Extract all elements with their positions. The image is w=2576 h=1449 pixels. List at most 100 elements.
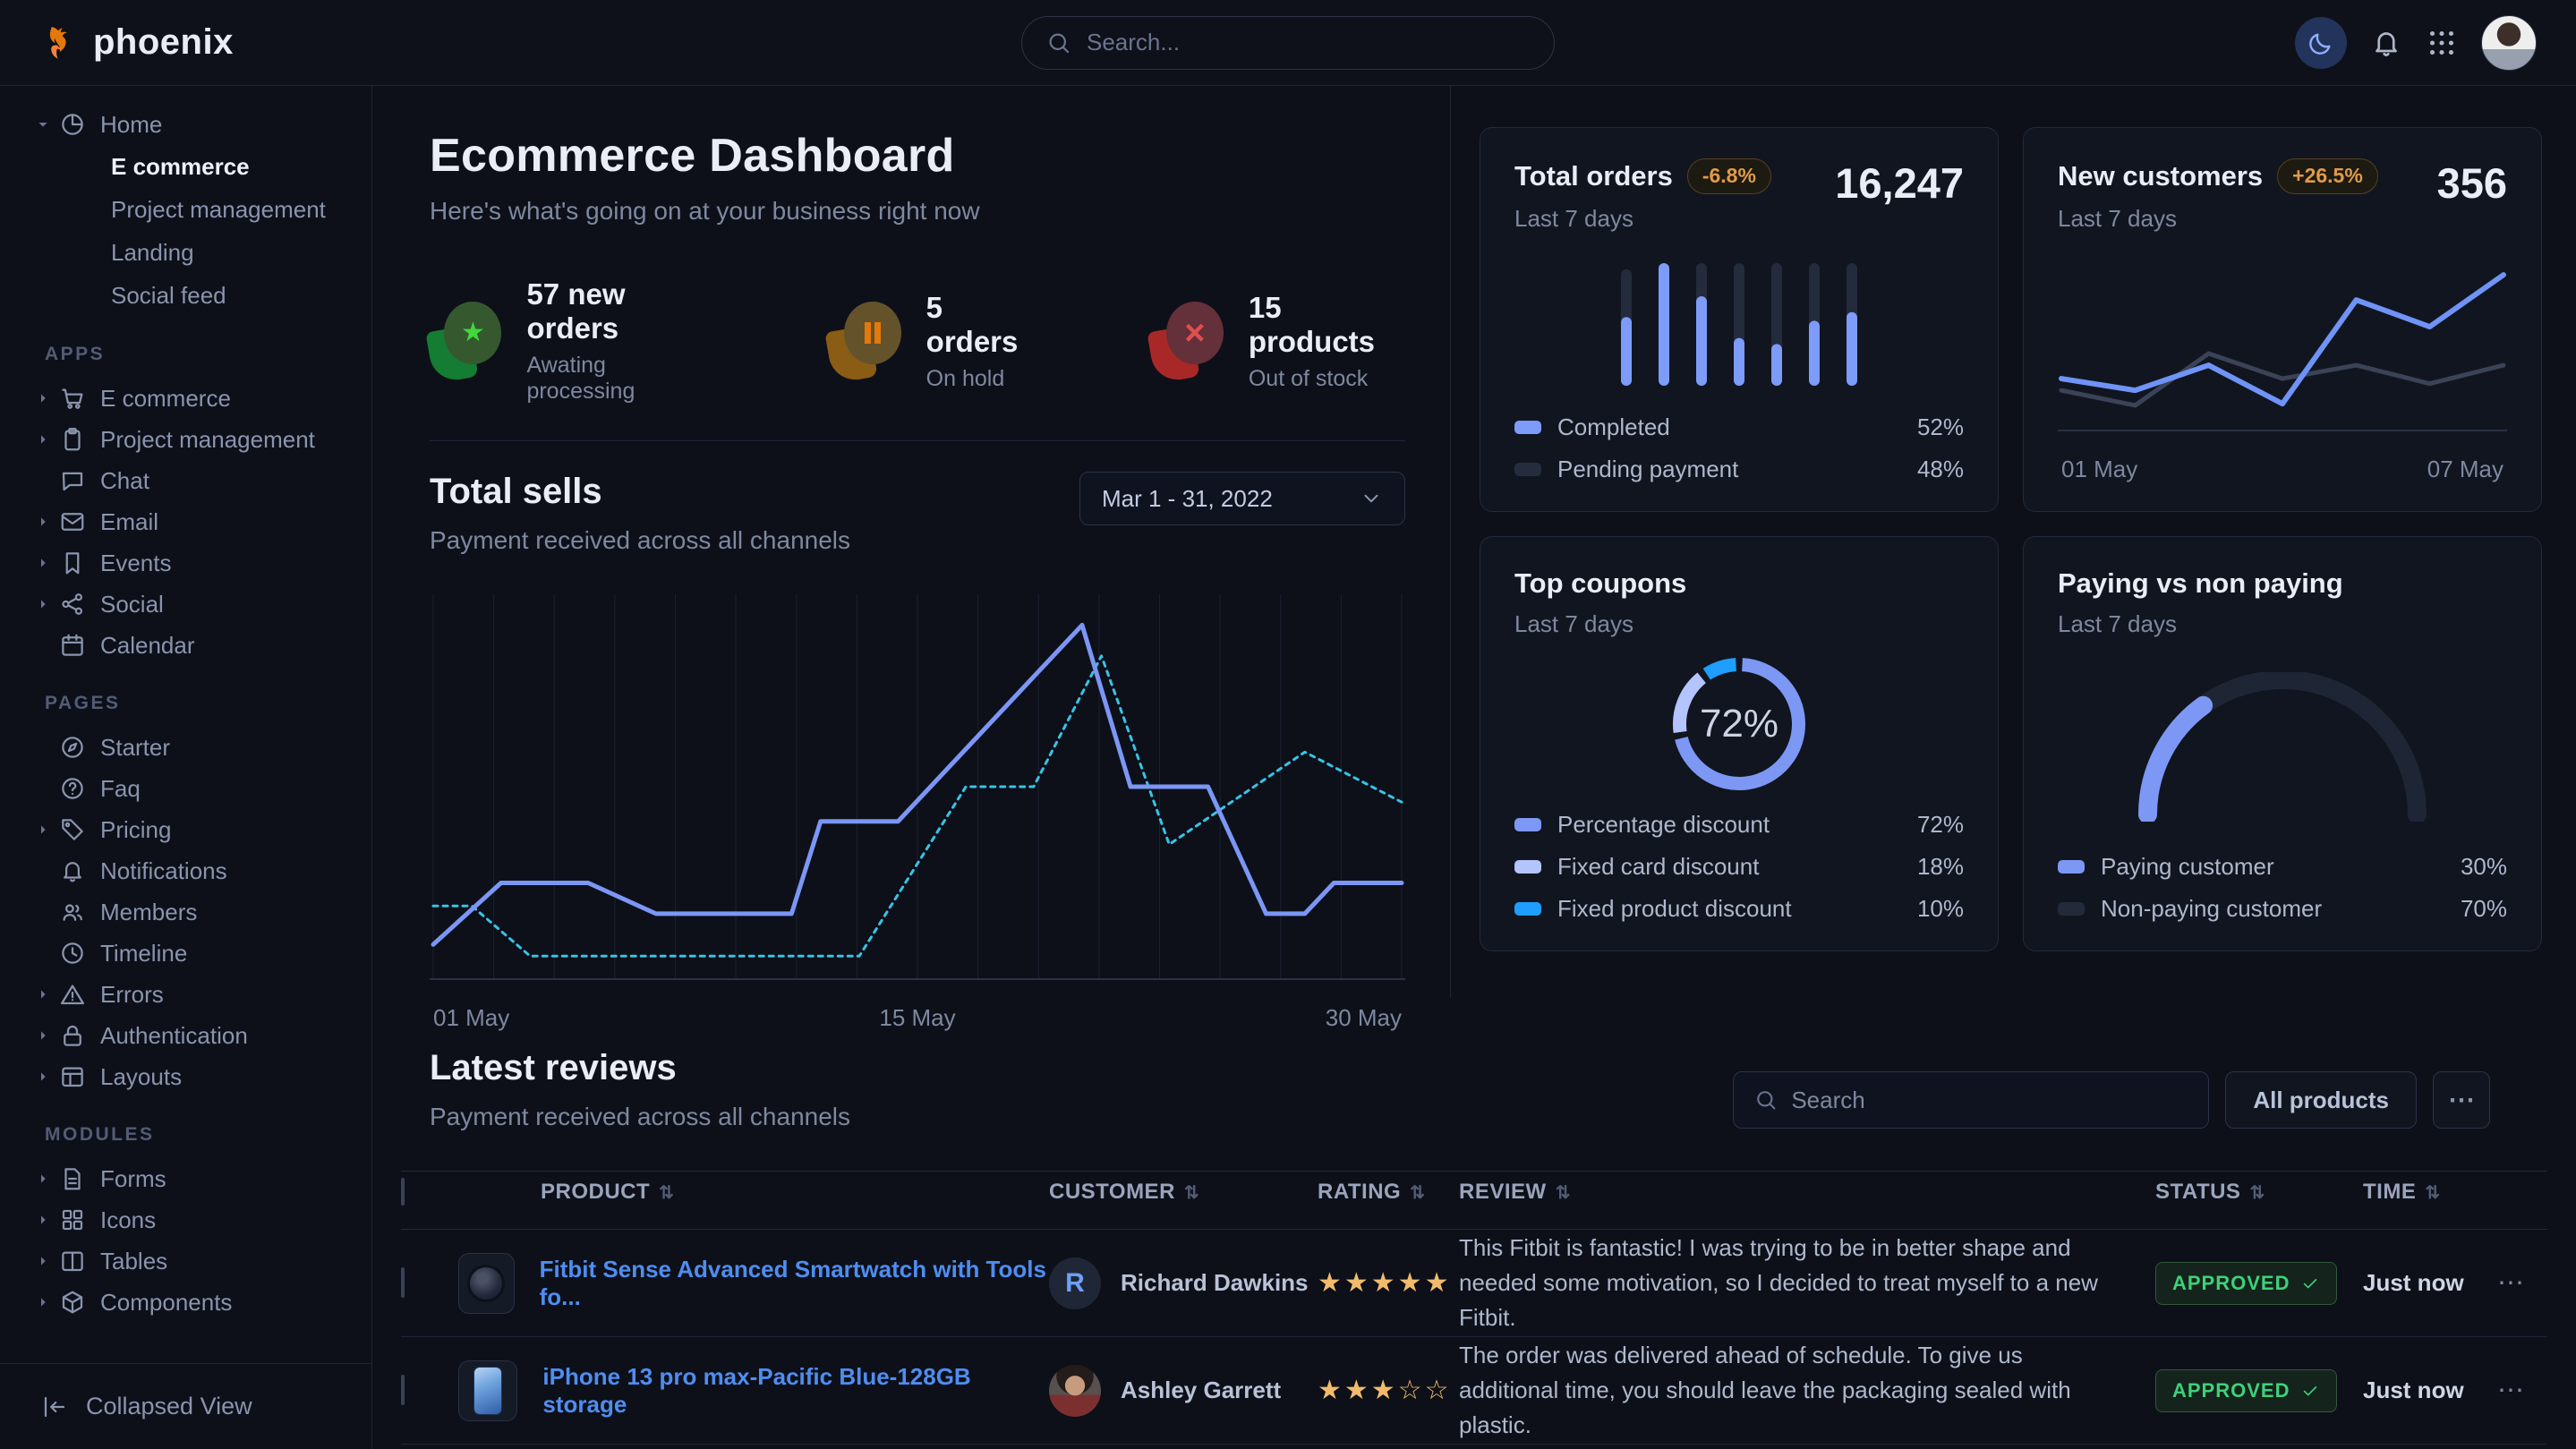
calendar-icon (59, 632, 86, 659)
customer-avatar[interactable]: R (1049, 1257, 1101, 1309)
reviews-search[interactable] (1733, 1071, 2209, 1129)
collapsed-view-toggle[interactable]: Collapsed View (0, 1363, 371, 1449)
column-header-time[interactable]: TIME⇅ (2363, 1180, 2497, 1205)
row-checkbox[interactable] (401, 1267, 405, 1298)
paying-card: Paying vs non paying Last 7 days Paying … (2023, 536, 2542, 951)
sidebar-subitem-social-feed[interactable]: Social feed (0, 274, 371, 317)
svg-text:72%: 72% (1700, 702, 1778, 746)
global-search-input[interactable] (1087, 29, 1531, 56)
sidebar-item-email[interactable]: Email (0, 501, 371, 542)
sidebar-item-label: Timeline (100, 940, 187, 967)
apps-menu-button[interactable] (2426, 27, 2458, 59)
caret-spacer (36, 472, 59, 490)
table-row (401, 1445, 2547, 1449)
legend-swatch (2058, 902, 2085, 916)
sidebar-item-e-commerce[interactable]: E commerce (0, 378, 371, 419)
sidebar-item-chat[interactable]: Chat (0, 460, 371, 501)
legend-swatch (1514, 421, 1541, 434)
sidebar-item-tables[interactable]: Tables (0, 1240, 371, 1282)
sidebar-subitem-landing[interactable]: Landing (0, 231, 371, 274)
table-header-row: PRODUCT⇅CUSTOMER⇅RATING⇅REVIEW⇅STATUS⇅TI… (401, 1171, 2547, 1230)
sidebar-subitem-e-commerce[interactable]: E commerce (0, 145, 371, 188)
select-all-checkbox[interactable] (401, 1178, 405, 1206)
column-header-customer[interactable]: CUSTOMER⇅ (1049, 1180, 1318, 1205)
legend-label: Non-paying customer (2101, 895, 2322, 923)
all-products-button[interactable]: All products (2225, 1071, 2417, 1129)
new-customers-card: New customers +26.5% Last 7 days 356 01 … (2023, 127, 2542, 512)
theme-toggle-button[interactable] (2295, 17, 2347, 69)
legend-value: 52% (1917, 413, 1964, 441)
row-menu-button[interactable]: ⋯ (2497, 1268, 2524, 1298)
product-link[interactable]: Fitbit Sense Advanced Smartwatch with To… (540, 1256, 1049, 1311)
sidebar-item-label: Errors (100, 981, 164, 1009)
column-header-status[interactable]: STATUS⇅ (2155, 1180, 2363, 1205)
product-thumbnail[interactable] (458, 1360, 517, 1421)
sidebar-item-forms[interactable]: Forms (0, 1158, 371, 1199)
sidebar-item-authentication[interactable]: Authentication (0, 1015, 371, 1056)
row-menu-button[interactable]: ⋯ (2497, 1376, 2524, 1405)
legend-label: Fixed product discount (1557, 895, 1792, 923)
date-range-select[interactable]: Mar 1 - 31, 2022 (1079, 472, 1405, 525)
sidebar-item-starter[interactable]: Starter (0, 727, 371, 768)
top-coupons-period: Last 7 days (1514, 610, 1686, 638)
sidebar-item-layouts[interactable]: Layouts (0, 1056, 371, 1097)
notifications-button[interactable] (2370, 27, 2402, 59)
product-link[interactable]: iPhone 13 pro max-Pacific Blue-128GB sto… (542, 1363, 1049, 1419)
review-text: This Fitbit is fantastic! I was trying t… (1459, 1231, 2155, 1335)
clock-icon (59, 940, 86, 967)
sidebar-item-pricing[interactable]: Pricing (0, 809, 371, 850)
sidebar-item-events[interactable]: Events (0, 542, 371, 584)
sidebar-item-social[interactable]: Social (0, 584, 371, 625)
sidebar-item-icons[interactable]: Icons (0, 1199, 371, 1240)
sidebar-item-home[interactable]: Home (0, 104, 371, 145)
date-range-value: Mar 1 - 31, 2022 (1102, 485, 1273, 513)
sidebar-item-timeline[interactable]: Timeline (0, 933, 371, 974)
user-avatar[interactable] (2481, 15, 2537, 71)
sidebar-item-label: Faq (100, 775, 141, 803)
sidebar-subitem-project-management[interactable]: Project management (0, 188, 371, 231)
sidebar-item-errors[interactable]: Errors (0, 974, 371, 1015)
customer-avatar[interactable] (1049, 1365, 1101, 1417)
column-header-review[interactable]: REVIEW⇅ (1459, 1180, 2155, 1205)
sidebar-item-members[interactable]: Members (0, 891, 371, 933)
question-icon (59, 775, 86, 802)
reviews-search-input[interactable] (1791, 1087, 2188, 1114)
column-header-product[interactable]: PRODUCT⇅ (458, 1180, 1049, 1205)
sidebar-item-faq[interactable]: Faq (0, 768, 371, 809)
users-icon (59, 899, 86, 925)
sort-icon: ⇅ (1184, 1181, 1199, 1204)
rating-stars: ★★★★★ (1318, 1268, 1451, 1298)
sidebar-item-project-management[interactable]: Project management (0, 419, 371, 460)
column-header-rating[interactable]: RATING⇅ (1318, 1180, 1459, 1205)
stat-sublabel: On hold (926, 366, 1036, 392)
sidebar-item-calendar[interactable]: Calendar (0, 625, 371, 666)
collapse-icon (41, 1394, 68, 1420)
row-checkbox[interactable] (401, 1375, 405, 1405)
sidebar-item-label: Email (100, 508, 158, 536)
product-thumbnail[interactable] (458, 1253, 515, 1314)
sort-icon: ⇅ (2249, 1181, 2265, 1204)
bookmark-icon (59, 550, 86, 576)
reviews-controls: All products ⋯ (1733, 1071, 2490, 1129)
caret-right-icon (36, 1068, 59, 1086)
caret-right-icon (36, 554, 59, 572)
table-row: Fitbit Sense Advanced Smartwatch with To… (401, 1230, 2547, 1337)
dashboard-top-section: Ecommerce Dashboard Here's what's going … (372, 86, 2576, 998)
sidebar-item-components[interactable]: Components (0, 1282, 371, 1323)
legend-label: Fixed card discount (1557, 853, 1759, 881)
reviews-more-button[interactable]: ⋯ (2433, 1071, 2490, 1129)
clipboard-icon (59, 426, 86, 453)
global-search[interactable] (1021, 16, 1555, 70)
brand[interactable]: phoenix (39, 22, 234, 64)
legend-label: Percentage discount (1557, 811, 1770, 839)
collapsed-view-label: Collapsed View (86, 1393, 252, 1420)
legend-row-paying-customer: Paying customer30% (2058, 846, 2507, 888)
sort-icon: ⇅ (659, 1181, 674, 1204)
section-divider (430, 440, 1405, 441)
legend-swatch (1514, 818, 1541, 831)
sidebar-item-notifications[interactable]: Notifications (0, 850, 371, 891)
caret-right-icon (36, 821, 59, 839)
sidebar-section-label-apps: APPS (45, 344, 371, 365)
sidebar-item-label: Icons (100, 1206, 156, 1234)
stat-new-orders: ★57 new ordersAwating processing (430, 277, 712, 405)
